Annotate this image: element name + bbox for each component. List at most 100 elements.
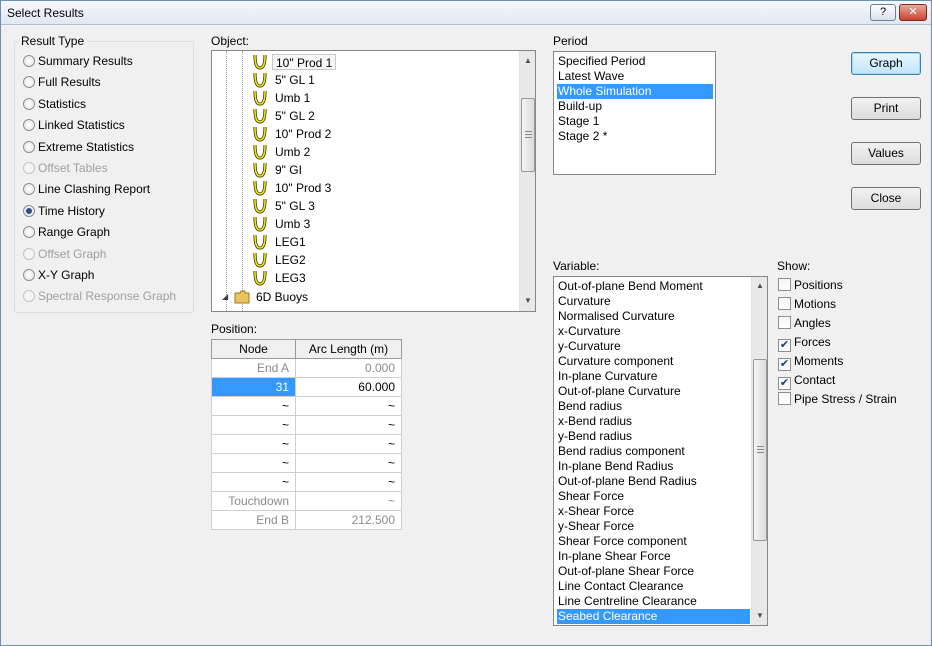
node-cell[interactable]: ~	[211, 472, 296, 492]
radio-button[interactable]	[23, 55, 35, 67]
node-column-header[interactable]: Node	[211, 339, 296, 359]
radio-button[interactable]	[23, 97, 35, 110]
variable-listbox[interactable]: Out-of-plane Bend Moment Curvature Normali…	[553, 276, 768, 626]
show-option[interactable]: ✔ Contact	[778, 372, 835, 390]
arc-length-cell[interactable]: ~	[295, 453, 402, 473]
values-button[interactable]: Values	[851, 142, 921, 165]
arc-length-cell[interactable]: ~	[295, 415, 402, 435]
radio-button[interactable]	[23, 290, 35, 303]
result-type-option[interactable]: Spectral Response Graph	[23, 288, 176, 304]
variable-item[interactable]: y-Bend radius	[557, 429, 750, 444]
radio-button[interactable]	[23, 204, 35, 217]
radio-button[interactable]	[23, 140, 35, 153]
result-type-option[interactable]: Extreme Statistics	[23, 139, 134, 155]
period-item[interactable]: Stage 1	[557, 114, 713, 129]
result-type-option[interactable]: Full Results	[23, 74, 101, 90]
graph-button[interactable]: Graph	[851, 52, 921, 75]
result-type-option[interactable]: Time History	[23, 203, 105, 219]
checkbox[interactable]	[778, 316, 791, 329]
radio-button[interactable]	[23, 76, 35, 89]
position-row[interactable]: ~ ~	[211, 434, 402, 454]
object-scrollbar[interactable]: ▲ ▼	[519, 51, 535, 311]
variable-item[interactable]: Line Centreline Clearance	[557, 594, 750, 609]
result-type-option[interactable]: Offset Graph	[23, 246, 106, 262]
period-item[interactable]: Stage 2 *	[557, 129, 713, 144]
position-row[interactable]: Touchdown ~	[211, 491, 402, 511]
position-row[interactable]: ~ ~	[211, 415, 402, 435]
arc-length-cell[interactable]: ~	[295, 396, 402, 416]
position-grid[interactable]: Node Arc Length (m) End A 0.000 31 60.000 ~ ~…	[211, 339, 402, 530]
arc-length-cell[interactable]: ~	[295, 434, 402, 454]
position-row[interactable]: ~ ~	[211, 396, 402, 416]
expand-arrow-icon[interactable]: ◢	[222, 288, 228, 306]
result-type-option[interactable]: Offset Tables	[23, 160, 108, 176]
variable-item[interactable]: Bend radius	[557, 399, 750, 414]
variable-item[interactable]: Normalised Curvature	[557, 309, 750, 324]
variable-item[interactable]: Out-of-plane Bend Moment	[557, 279, 750, 294]
variable-item[interactable]: Curvature	[557, 294, 750, 309]
position-row[interactable]: ~ ~	[211, 453, 402, 473]
checkbox-checked[interactable]: ✔	[778, 377, 791, 390]
node-cell[interactable]: ~	[211, 415, 296, 435]
checkbox[interactable]	[778, 278, 791, 291]
variable-item[interactable]: Curvature component	[557, 354, 750, 369]
period-item[interactable]: Specified Period	[557, 54, 713, 69]
checkbox-checked[interactable]: ✔	[778, 358, 791, 371]
arc-length-column-header[interactable]: Arc Length (m)	[295, 339, 402, 359]
result-type-option[interactable]: Line Clashing Report	[23, 181, 150, 197]
variable-item[interactable]: Seabed Clearance	[557, 609, 750, 624]
show-option[interactable]: Positions	[778, 277, 843, 293]
result-type-option[interactable]: X-Y Graph	[23, 267, 94, 283]
result-type-option[interactable]: Linked Statistics	[23, 117, 125, 133]
result-type-option[interactable]: Statistics	[23, 96, 86, 112]
scroll-up-arrow-icon[interactable]: ▲	[752, 278, 767, 294]
variable-item[interactable]: x-Shear Force	[557, 504, 750, 519]
print-button[interactable]: Print	[851, 97, 921, 120]
radio-button[interactable]	[23, 119, 35, 132]
variable-item[interactable]: Bend radius component	[557, 444, 750, 459]
variable-item[interactable]: y-Shear Force	[557, 519, 750, 534]
variable-item[interactable]: Shear Force	[557, 489, 750, 504]
checkbox-checked[interactable]: ✔	[778, 339, 791, 352]
scroll-down-arrow-icon[interactable]: ▼	[752, 608, 767, 624]
show-option[interactable]: Angles	[778, 315, 831, 331]
arc-length-cell[interactable]: 60.000	[295, 377, 402, 397]
position-row[interactable]: End A 0.000	[211, 358, 402, 378]
radio-button[interactable]	[23, 183, 35, 196]
scroll-up-arrow-icon[interactable]: ▲	[520, 53, 535, 69]
variable-item[interactable]: In-plane Shear Force	[557, 549, 750, 564]
position-row[interactable]: 31 60.000	[211, 377, 402, 397]
scroll-thumb[interactable]	[753, 359, 767, 541]
period-item[interactable]: Whole Simulation	[557, 84, 713, 99]
variable-item[interactable]: In-plane Curvature	[557, 369, 750, 384]
variable-item[interactable]: Shear Force component	[557, 534, 750, 549]
result-type-option[interactable]: Summary Results	[23, 53, 133, 69]
scroll-down-arrow-icon[interactable]: ▼	[520, 293, 535, 309]
radio-button[interactable]	[23, 269, 35, 281]
result-type-option[interactable]: Range Graph	[23, 224, 110, 240]
show-option[interactable]: ✔ Forces	[778, 334, 831, 352]
radio-button[interactable]	[23, 247, 35, 260]
show-option[interactable]: ✔ Moments	[778, 353, 843, 371]
period-item[interactable]: Build-up	[557, 99, 713, 114]
variable-item[interactable]: Line Contact Clearance	[557, 579, 750, 594]
radio-button[interactable]	[23, 162, 35, 174]
arc-length-cell[interactable]: ~	[295, 491, 402, 511]
variable-scrollbar[interactable]: ▲ ▼	[751, 277, 767, 625]
node-cell[interactable]: ~	[211, 453, 296, 473]
node-cell[interactable]: ~	[211, 434, 296, 454]
position-row[interactable]: ~ ~	[211, 472, 402, 492]
variable-item[interactable]: In-plane Bend Radius	[557, 459, 750, 474]
close-button[interactable]: Close	[851, 187, 921, 210]
show-option[interactable]: Pipe Stress / Strain	[778, 391, 897, 407]
arc-length-cell[interactable]: 212.500	[295, 510, 402, 530]
checkbox[interactable]	[778, 392, 791, 405]
variable-item[interactable]: Out-of-plane Curvature	[557, 384, 750, 399]
arc-length-cell[interactable]: ~	[295, 472, 402, 492]
show-option[interactable]: Motions	[778, 296, 836, 312]
help-button[interactable]: ?	[870, 4, 896, 21]
position-row[interactable]: End B 212.500	[211, 510, 402, 530]
variable-item[interactable]: x-Bend radius	[557, 414, 750, 429]
arc-length-cell[interactable]: 0.000	[295, 358, 402, 378]
checkbox[interactable]	[778, 297, 791, 310]
